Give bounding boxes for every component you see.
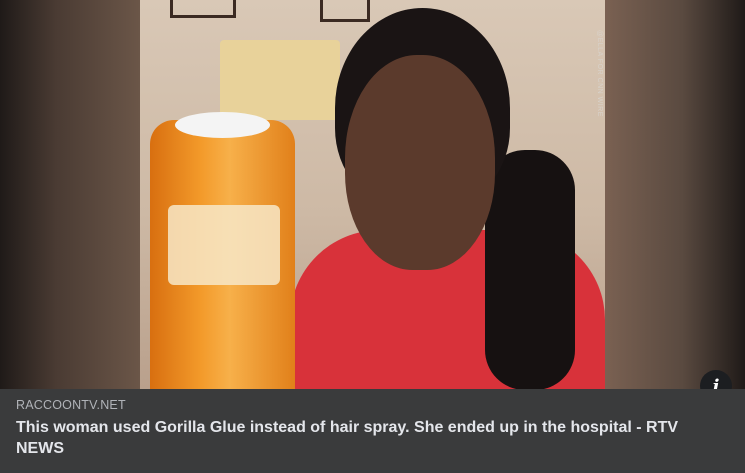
spray-bottle-cap xyxy=(175,112,270,138)
person-face xyxy=(345,55,495,270)
photo: @ELLA FOR CNN WIRE xyxy=(140,0,605,389)
towel xyxy=(220,40,340,120)
link-preview-card[interactable]: @ELLA FOR CNN WIRE i RACCOONTV.NET This … xyxy=(0,0,745,473)
wall-frame xyxy=(320,0,370,22)
spray-bottle-label xyxy=(168,205,280,285)
image-blur-left xyxy=(0,0,140,389)
link-headline[interactable]: This woman used Gorilla Glue instead of … xyxy=(16,417,729,459)
link-caption[interactable]: RACCOONTV.NET This woman used Gorilla Gl… xyxy=(0,389,745,473)
person-ponytail xyxy=(485,150,575,389)
wall-frame xyxy=(170,0,236,18)
link-preview-image[interactable]: @ELLA FOR CNN WIRE xyxy=(0,0,745,389)
link-domain: RACCOONTV.NET xyxy=(16,398,126,412)
image-watermark: @ELLA FOR CNN WIRE xyxy=(596,30,603,117)
image-blur-right xyxy=(605,0,745,389)
